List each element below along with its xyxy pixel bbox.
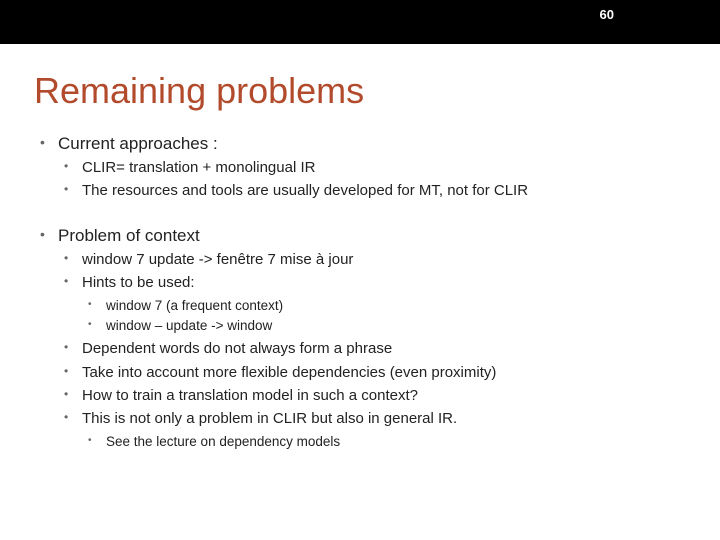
bullet-list: Current approaches : CLIR= translation +… [34, 134, 686, 202]
bullet-list: Problem of context window 7 update -> fe… [34, 226, 686, 452]
bullet-lvl2: How to train a translation model in such… [58, 386, 686, 406]
bullet-lvl1: Current approaches : CLIR= translation +… [34, 134, 686, 202]
bullet-text: Problem of context [58, 226, 200, 245]
bullet-lvl1: Problem of context window 7 update -> fe… [34, 226, 686, 452]
bullet-lvl3: See the lecture on dependency models [82, 433, 686, 451]
bullet-lvl2: Dependent words do not always form a phr… [58, 339, 686, 359]
top-bar: 60 [0, 0, 720, 44]
bullet-lvl3: window 7 (a frequent context) [82, 297, 686, 315]
bullet-lvl2: Take into account more flexible dependen… [58, 363, 686, 383]
bullet-text: Hints to be used: [82, 274, 195, 291]
bullet-sublist: window 7 update -> fenêtre 7 mise à jour… [58, 250, 686, 452]
bullet-lvl3: window – update -> window [82, 317, 686, 335]
bullet-sublist: window 7 (a frequent context) window – u… [82, 297, 686, 335]
page-number: 60 [600, 7, 614, 22]
bullet-sublist: CLIR= translation + monolingual IR The r… [58, 158, 686, 202]
slide-content: Remaining problems Current approaches : … [0, 44, 720, 452]
bullet-text: This is not only a problem in CLIR but a… [82, 410, 457, 427]
bullet-lvl2: window 7 update -> fenêtre 7 mise à jour [58, 250, 686, 270]
bullet-lvl2: This is not only a problem in CLIR but a… [58, 409, 686, 451]
bullet-lvl2: The resources and tools are usually deve… [58, 181, 686, 201]
bullet-text: Current approaches : [58, 134, 218, 153]
slide-title: Remaining problems [34, 70, 686, 112]
bullet-sublist: See the lecture on dependency models [82, 433, 686, 451]
bullet-lvl2: CLIR= translation + monolingual IR [58, 158, 686, 178]
bullet-lvl2: Hints to be used: window 7 (a frequent c… [58, 273, 686, 336]
